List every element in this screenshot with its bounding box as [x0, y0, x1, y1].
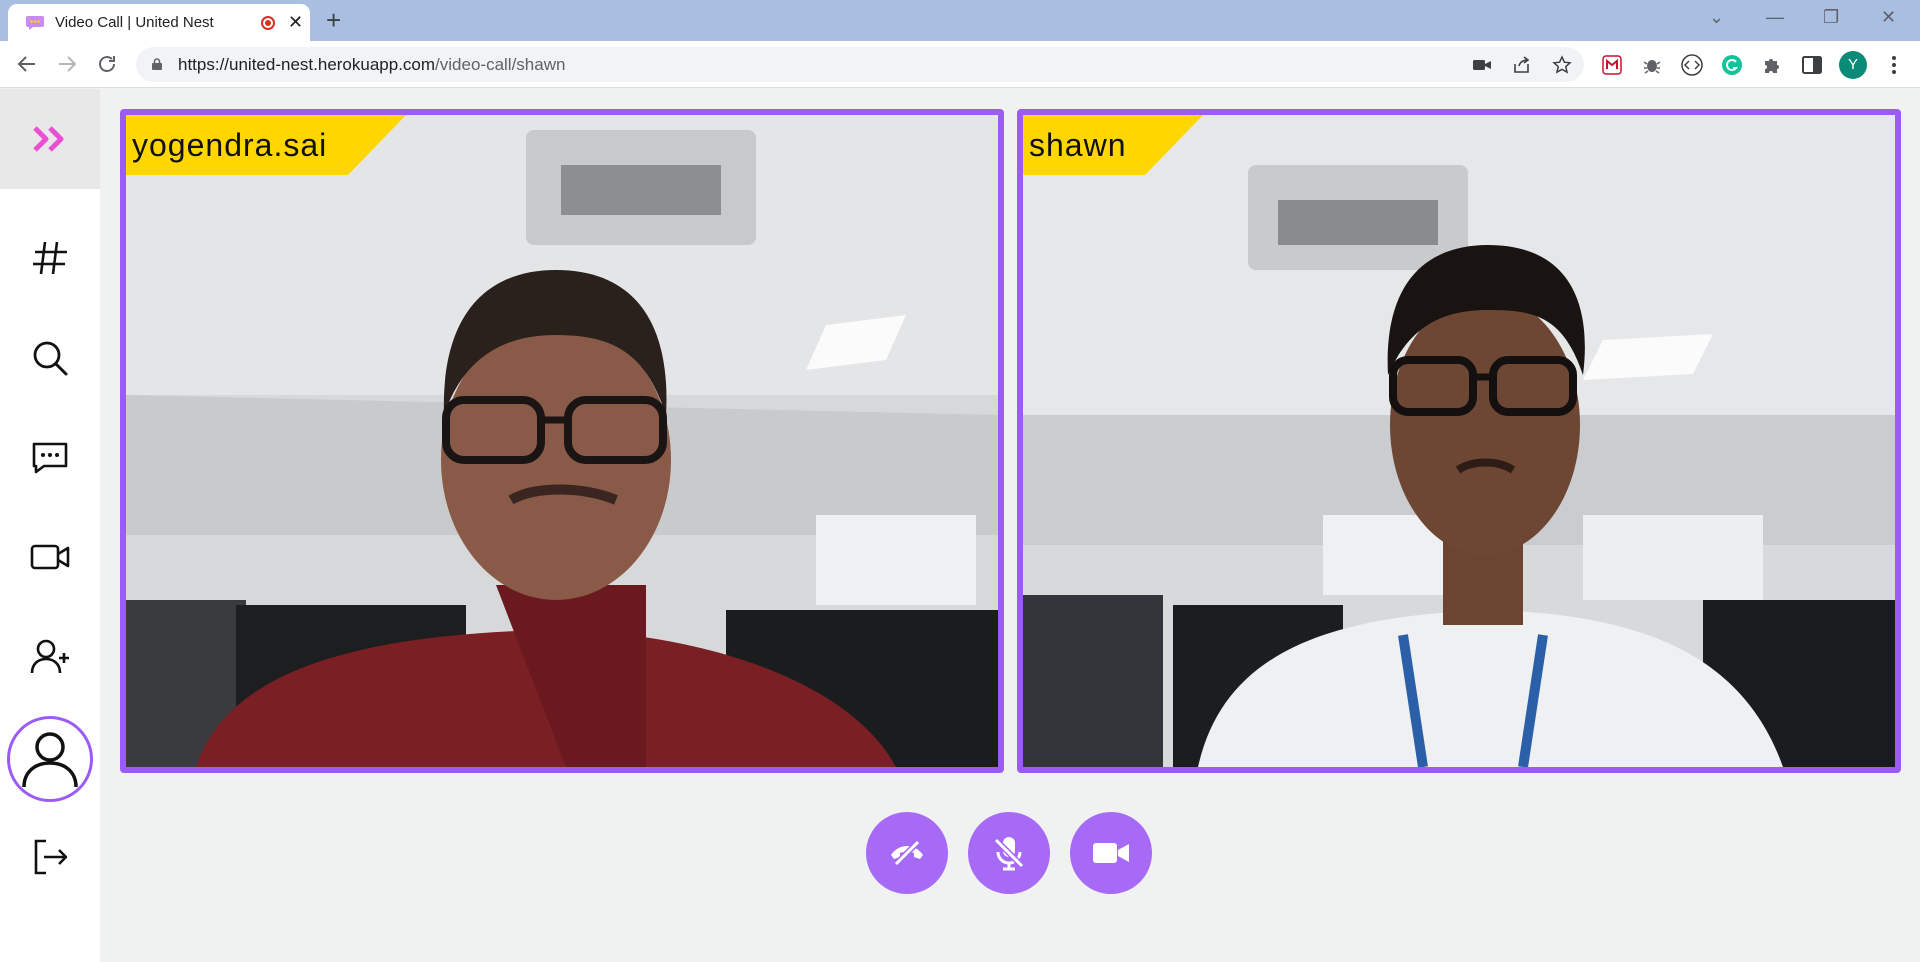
tab-search-button[interactable]: ⌄	[1709, 7, 1724, 27]
chat-icon[interactable]	[28, 436, 72, 480]
new-tab-button[interactable]: +	[326, 6, 341, 34]
webcam-feed-image	[1023, 115, 1895, 767]
browser-tabstrip: Video Call | United Nest ✕ + ⌄ — ❐ ✕	[0, 0, 1920, 41]
video-tile-shawn: shawn	[1017, 109, 1901, 773]
search-icon[interactable]	[28, 336, 72, 380]
minimize-button[interactable]: —	[1766, 7, 1784, 27]
mute-button[interactable]	[968, 812, 1050, 894]
phone-hangup-icon	[891, 839, 923, 867]
url-text: https://united-nest.herokuapp.com/video-…	[178, 55, 566, 74]
extension-code-icon[interactable]	[1680, 53, 1704, 77]
camera-button[interactable]	[1070, 812, 1152, 894]
tab-title: Video Call | United Nest	[55, 14, 214, 31]
participant-name-tag: yogendra.sai	[126, 115, 406, 175]
logout-icon[interactable]	[28, 835, 72, 879]
address-bar[interactable]: https://united-nest.herokuapp.com/video-…	[136, 47, 1584, 82]
side-panel-icon[interactable]	[1800, 53, 1824, 77]
participant-name-tag: shawn	[1023, 115, 1203, 175]
browser-tab[interactable]: Video Call | United Nest ✕	[8, 4, 310, 41]
profile-avatar-button[interactable]: Y	[1839, 51, 1867, 79]
mic-off-icon	[993, 837, 1025, 871]
recording-indicator-icon	[261, 16, 275, 30]
video-camera-icon	[1093, 843, 1129, 863]
double-chevron-right-icon	[33, 126, 64, 152]
share-icon[interactable]	[1512, 55, 1532, 75]
webcam-feed-image	[126, 115, 998, 767]
bookmark-star-icon[interactable]	[1552, 55, 1572, 75]
video-tile-yogendra-sai: yogendra.sai	[120, 109, 1004, 773]
add-user-icon[interactable]	[28, 635, 72, 679]
chat-favicon-icon	[26, 16, 44, 30]
hash-icon[interactable]	[28, 236, 72, 280]
browser-menu-icon[interactable]	[1882, 53, 1906, 77]
extensions-puzzle-icon[interactable]	[1760, 53, 1784, 77]
tab-close-button[interactable]: ✕	[288, 12, 303, 32]
extension-grammarly-icon[interactable]	[1720, 53, 1744, 77]
sidebar	[0, 89, 100, 962]
browser-toolbar: https://united-nest.herokuapp.com/video-…	[0, 41, 1920, 88]
profile-avatar[interactable]	[7, 716, 93, 802]
app-area: yogendra.sai shawn	[0, 89, 1920, 962]
restore-button[interactable]: ❐	[1823, 7, 1839, 27]
reload-icon[interactable]	[94, 51, 120, 77]
extension-mcafee-icon[interactable]	[1600, 53, 1624, 77]
extension-bug-icon[interactable]	[1640, 53, 1664, 77]
user-icon	[22, 732, 78, 788]
end-call-button[interactable]	[866, 812, 948, 894]
window-close-button[interactable]: ✕	[1881, 7, 1896, 27]
logo-area[interactable]	[0, 89, 100, 189]
forward-arrow-icon[interactable]	[54, 51, 80, 77]
camera-in-use-icon[interactable]	[1472, 55, 1492, 75]
back-arrow-icon[interactable]	[14, 51, 40, 77]
lock-icon	[152, 58, 162, 70]
video-icon[interactable]	[28, 535, 72, 579]
